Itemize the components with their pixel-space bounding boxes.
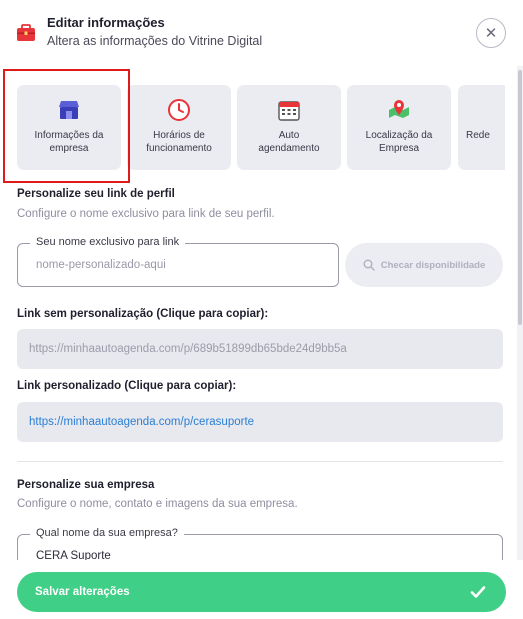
- company-section-title: Personalize sua empresa: [17, 479, 155, 491]
- save-changes-button[interactable]: Salvar alterações: [17, 572, 506, 612]
- plain-link-label: Link sem personalização (Clique para cop…: [17, 308, 269, 320]
- map-pin-icon: [386, 97, 412, 123]
- search-icon: [363, 259, 375, 271]
- close-icon: ✕: [484, 25, 498, 42]
- dialog-subtitle: Altera as informações do Vitrine Digital: [47, 34, 263, 48]
- check-availability-button[interactable]: Checar disponibilidade: [345, 243, 503, 287]
- custom-link-copy-field[interactable]: https://minhaautoagenda.com/p/cerasuport…: [17, 402, 503, 442]
- calendar-icon: [276, 97, 302, 123]
- scrollbar-thumb[interactable]: [518, 70, 522, 325]
- tab-label: Auto agendamento: [258, 130, 320, 154]
- company-name-label: Qual nome da sua empresa?: [30, 527, 184, 539]
- tab-social-networks[interactable]: Rede: [458, 85, 505, 170]
- custom-name-placeholder: nome-personalizado-aqui: [36, 259, 166, 271]
- briefcase-icon: [17, 24, 35, 41]
- close-button[interactable]: ✕: [476, 18, 506, 48]
- custom-name-input[interactable]: Seu nome exclusivo para link nome-person…: [17, 236, 339, 287]
- custom-name-label: Seu nome exclusivo para link: [30, 236, 186, 248]
- company-name-value: CERA Suporte: [36, 550, 111, 560]
- custom-link-label: Link personalizado (Clique para copiar):: [17, 380, 237, 392]
- profile-link-description: Configure o nome exclusivo para link de …: [17, 208, 275, 220]
- plain-link-copy-field[interactable]: https://minhaautoagenda.com/p/689b51899d…: [17, 329, 503, 369]
- tab-company-location[interactable]: Localização da Empresa: [347, 85, 451, 170]
- save-changes-label: Salvar alterações: [35, 586, 130, 598]
- tab-label: Rede: [466, 130, 490, 141]
- dialog-header: Editar informações Altera as informações…: [0, 0, 523, 66]
- dialog-title: Editar informações: [47, 15, 165, 30]
- check-availability-label: Checar disponibilidade: [380, 259, 486, 271]
- checkmark-icon: [470, 586, 486, 598]
- tab-auto-scheduling[interactable]: Auto agendamento: [237, 85, 341, 170]
- selected-tab-highlight: [3, 69, 130, 183]
- company-name-input[interactable]: Qual nome da sua empresa? CERA Suporte: [17, 527, 503, 560]
- profile-link-title: Personalize seu link de perfil: [17, 188, 175, 200]
- share-icon: [497, 97, 505, 123]
- section-divider: [17, 461, 503, 462]
- company-section-description: Configure o nome, contato e imagens da s…: [17, 498, 298, 510]
- tab-label: Localização da Empresa: [365, 130, 433, 154]
- tab-label: Horários de funcionamento: [146, 130, 212, 154]
- tab-business-hours[interactable]: Horários de funcionamento: [127, 85, 231, 170]
- clock-icon: [166, 97, 192, 123]
